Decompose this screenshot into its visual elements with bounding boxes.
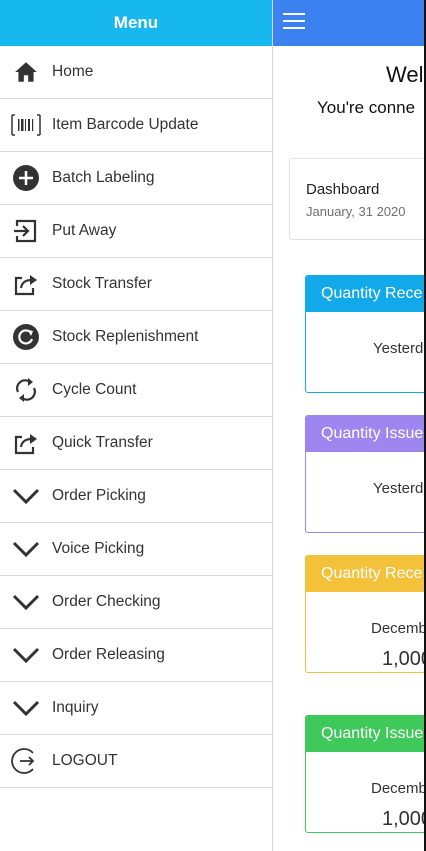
stat-card-quantity-received-yesterday[interactable]: Quantity Rece Yesterd	[305, 275, 424, 393]
sidebar-item-order-checking[interactable]: Order Checking	[0, 576, 272, 629]
sidebar-item-label: Home	[52, 63, 94, 80]
sidebar-item-label: Order Picking	[52, 487, 146, 504]
sidebar-item-label: Stock Transfer	[52, 275, 152, 292]
sidebar-item-label: Order Releasing	[52, 646, 165, 663]
top-app-bar	[273, 0, 426, 46]
plus-circle-icon	[0, 152, 52, 205]
stat-card-value: 1,000	[382, 648, 424, 670]
sidebar-item-label: Stock Replenishment	[52, 328, 199, 345]
dashboard-card: Dashboard January, 31 2020	[289, 158, 424, 240]
share-icon	[0, 258, 52, 311]
sidebar-item-item-barcode-update[interactable]: Item Barcode Update	[0, 99, 272, 152]
main-content: Wel You're conne Dashboard January, 31 2…	[273, 46, 424, 851]
stat-card-header: Quantity Issue	[306, 416, 424, 452]
chevron-down-icon	[0, 470, 52, 523]
sidebar-item-label: Voice Picking	[52, 540, 145, 557]
sidebar-item-label: Quick Transfer	[52, 434, 153, 451]
sidebar-item-stock-transfer[interactable]: Stock Transfer	[0, 258, 272, 311]
sidebar-item-label: Put Away	[52, 222, 117, 239]
dashboard-title: Dashboard	[306, 181, 380, 198]
refresh-circle-icon	[0, 311, 52, 364]
stat-card-period: Decemb	[371, 780, 424, 797]
home-icon	[0, 46, 52, 99]
menu-title: Menu	[0, 0, 272, 46]
stat-card-quantity-issued-yesterday[interactable]: Quantity Issue Yesterd	[305, 415, 424, 533]
stat-card-header: Quantity Rece	[306, 556, 424, 592]
sync-icon	[0, 364, 52, 417]
sidebar-item-order-releasing[interactable]: Order Releasing	[0, 629, 272, 682]
sidebar-item-stock-replenishment[interactable]: Stock Replenishment	[0, 311, 272, 364]
stat-card-quantity-received-december[interactable]: Quantity Rece Decemb 1,000	[305, 555, 424, 673]
connection-status-text: You're conne	[317, 98, 416, 117]
chevron-down-icon	[0, 576, 52, 629]
sidebar-menu: Menu Home Item Barcode Update Batch Labe…	[0, 0, 273, 851]
sidebar-item-label: Cycle Count	[52, 381, 137, 398]
sidebar-item-label: Batch Labeling	[52, 169, 155, 186]
sidebar-item-home[interactable]: Home	[0, 46, 272, 99]
stat-card-header: Quantity Issue	[306, 716, 424, 752]
sidebar-item-put-away[interactable]: Put Away	[0, 205, 272, 258]
chevron-down-icon	[0, 682, 52, 735]
sidebar-item-voice-picking[interactable]: Voice Picking	[0, 523, 272, 576]
chevron-down-icon	[0, 629, 52, 682]
sidebar-item-cycle-count[interactable]: Cycle Count	[0, 364, 272, 417]
stat-card-header: Quantity Rece	[306, 276, 424, 312]
sidebar-item-label: Order Checking	[52, 593, 161, 610]
sidebar-item-quick-transfer[interactable]: Quick Transfer	[0, 417, 272, 470]
sign-in-icon	[0, 205, 52, 258]
hamburger-menu-icon[interactable]	[283, 13, 305, 31]
barcode-icon	[0, 99, 52, 152]
chevron-down-icon	[0, 523, 52, 576]
sidebar-item-logout[interactable]: LOGOUT	[0, 735, 272, 788]
sidebar-item-label: LOGOUT	[52, 752, 118, 769]
dashboard-date: January, 31 2020	[306, 204, 406, 219]
sidebar-item-batch-labeling[interactable]: Batch Labeling	[0, 152, 272, 205]
stat-card-value: 1,000	[382, 808, 424, 830]
sidebar-item-inquiry[interactable]: Inquiry	[0, 682, 272, 735]
sidebar-item-order-picking[interactable]: Order Picking	[0, 470, 272, 523]
stat-card-period: Decemb	[371, 620, 424, 637]
stat-card-period: Yesterd	[373, 340, 424, 357]
stat-card-period: Yesterd	[373, 480, 424, 497]
stat-card-quantity-issued-december[interactable]: Quantity Issue Decemb 1,000	[305, 715, 424, 833]
sidebar-item-label: Item Barcode Update	[52, 116, 199, 133]
sidebar-item-label: Inquiry	[52, 699, 99, 716]
welcome-heading: Wel	[386, 62, 424, 87]
logout-icon	[0, 735, 52, 788]
share-icon	[0, 417, 52, 470]
